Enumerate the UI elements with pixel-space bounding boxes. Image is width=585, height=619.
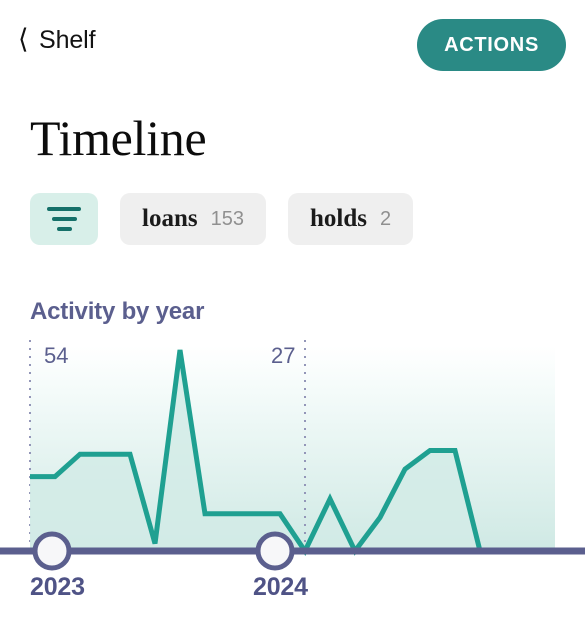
filter-lines-icon-button[interactable]	[30, 193, 98, 245]
page-title: Timeline	[30, 110, 207, 166]
year-label-2023: 2023	[30, 573, 85, 601]
tick-label-right: 27	[271, 343, 295, 368]
actions-button[interactable]: ACTIONS	[417, 19, 566, 71]
year-label-2024: 2024	[253, 573, 308, 601]
timeline-screen: ⟨ Shelf ACTIONS Timeline loans 153 holds…	[0, 0, 585, 619]
chip-holds-count: 2	[379, 207, 392, 230]
chevron-left-icon: ⟨	[18, 23, 29, 55]
back-link-label: Shelf	[39, 26, 96, 54]
chart-heading: Activity by year	[30, 298, 205, 325]
activity-chart: 54 27 2023 2024	[0, 338, 585, 619]
chip-loans[interactable]: loans 153	[120, 193, 266, 245]
back-to-shelf-link[interactable]: ⟨ Shelf	[18, 23, 96, 55]
filter-chips-row: loans 153 holds 2	[30, 193, 414, 245]
activity-chart-svg: 54 27 2023 2024	[0, 340, 585, 601]
year-marker-2024[interactable]	[255, 531, 295, 571]
year-marker-2023[interactable]	[32, 531, 72, 571]
filter-line-3	[56, 227, 72, 231]
chip-loans-label: loans	[142, 205, 198, 232]
tick-label-left: 54	[44, 343, 68, 368]
filter-line-2	[51, 217, 77, 221]
chip-loans-count: 153	[210, 207, 244, 230]
app-header: ⟨ Shelf ACTIONS	[0, 0, 585, 92]
chip-holds-label: holds	[309, 205, 367, 232]
chip-holds[interactable]: holds 2	[287, 193, 414, 245]
filter-line-1	[47, 207, 81, 211]
